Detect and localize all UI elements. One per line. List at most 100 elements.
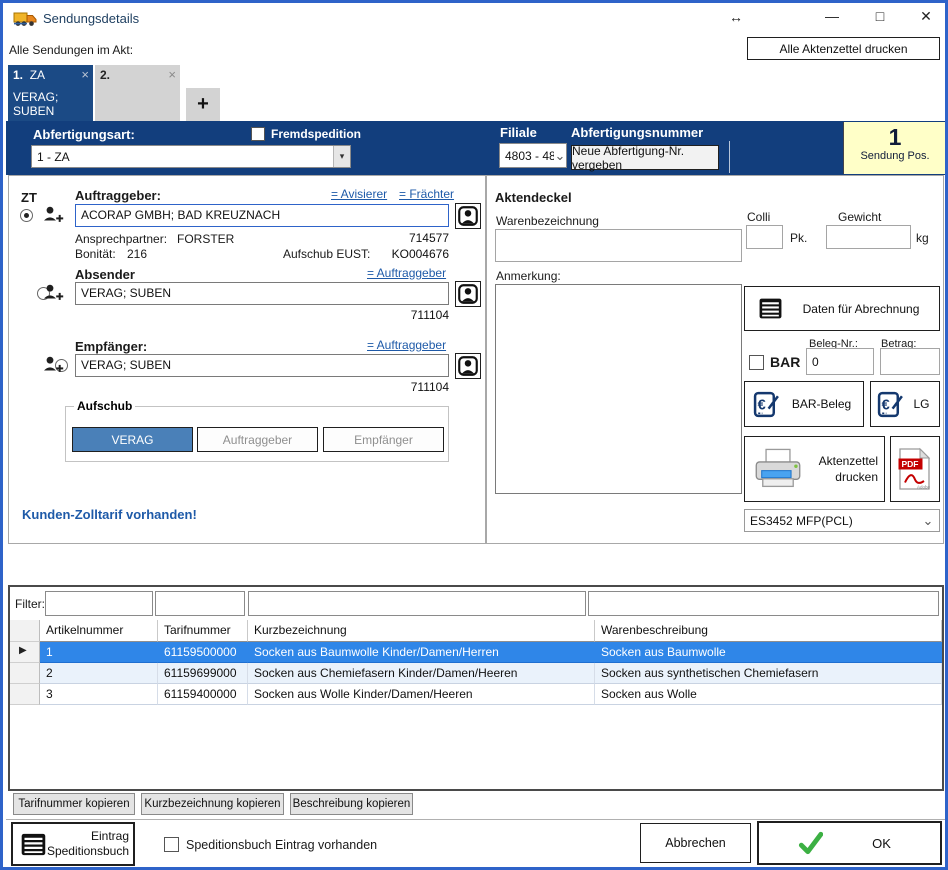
eintrag-speditionsbuch-button[interactable]: Eintrag Speditionsbuch [11, 822, 135, 866]
cell-artikelnummer[interactable]: 1 [40, 642, 158, 663]
fremdspedition-checkbox[interactable] [251, 127, 265, 141]
fremdspedition-label: Fremdspedition [271, 127, 361, 141]
auftraggeber-input[interactable]: ACORAP GMBH; BAD KREUZNACH [75, 204, 449, 227]
ok-button[interactable]: OK [757, 821, 942, 865]
filiale-select[interactable]: 4803 - 480 ⌄ [499, 143, 567, 168]
avisierer-link[interactable]: = Avisierer [331, 187, 387, 201]
bar-beleg-label: BAR-Beleg [780, 397, 863, 411]
printer-chevron-down-icon[interactable]: ⌄ [917, 510, 939, 531]
cell-tarifnummer[interactable]: 61159500000 [158, 642, 248, 663]
sendung-position-badge: 1 Sendung Pos. [843, 122, 946, 174]
column-header-kurzbezeichnung[interactable]: Kurzbezeichnung [248, 620, 595, 642]
empfaenger-auftraggeber-link[interactable]: = Auftraggeber [367, 338, 446, 352]
filter-input-tarifnummer[interactable] [155, 591, 245, 616]
cell-tarifnummer[interactable]: 61159400000 [158, 684, 248, 705]
abfertigungsart-chevron-down-icon[interactable]: ▾ [333, 146, 350, 167]
copy-kurzbezeichnung-button[interactable]: Kurzbezeichnung kopieren [141, 793, 284, 815]
sendung-position-count: 1 [844, 124, 946, 150]
absender-contact-button[interactable] [455, 281, 481, 307]
app-truck-icon [13, 10, 37, 27]
auftraggeber-contact-button[interactable] [455, 203, 481, 229]
cell-tarifnummer[interactable]: 61159699000 [158, 663, 248, 684]
filter-input-warenbeschreibung[interactable] [588, 591, 939, 616]
warenbezeichnung-input[interactable] [495, 229, 742, 262]
abfertigungsart-select[interactable]: 1 - ZA ▾ [31, 145, 351, 168]
tab2-close-icon[interactable]: × [168, 67, 176, 82]
zt-radio-auftraggeber[interactable] [20, 209, 33, 222]
minimize-icon[interactable]: — [821, 8, 843, 24]
maximize-icon[interactable]: □ [869, 8, 891, 24]
lg-button[interactable]: LG [870, 381, 940, 427]
person-add-icon[interactable] [43, 206, 64, 222]
tab1-close-icon[interactable]: × [81, 67, 89, 82]
euro-receipt-icon [753, 391, 780, 418]
selected-row-arrow-icon: ▶ [10, 642, 40, 663]
aktenzettel-drucken-button[interactable]: Aktenzettel drucken [744, 436, 885, 502]
beleg-nr-input[interactable]: 0 [806, 348, 874, 375]
aufschub-auftraggeber-button[interactable]: Auftraggeber [197, 427, 318, 452]
sendung-position-label: Sendung Pos. [844, 150, 946, 162]
list-icon [20, 831, 47, 858]
ansprechpartner-value: FORSTER [177, 232, 234, 246]
tab-shipment-2[interactable]: 2. × [95, 65, 180, 121]
pdf-export-button[interactable] [890, 436, 940, 502]
aufschub-empfaenger-button[interactable]: Empfänger [323, 427, 444, 452]
positions-panel: Filter: Artikelnummer Tarifnummer Kurzbe… [8, 585, 944, 791]
filter-input-kurzbezeichnung[interactable] [248, 591, 586, 616]
cell-warenbeschreibung[interactable]: Socken aus synthetischen Chemiefasern [595, 663, 942, 684]
empfaenger-contact-button[interactable] [455, 353, 481, 379]
lg-label: LG [904, 397, 939, 411]
bar-checkbox[interactable] [749, 355, 764, 370]
speditionsbuch-vorhanden-label: Speditionsbuch Eintrag vorhanden [186, 838, 377, 852]
cell-warenbeschreibung[interactable]: Socken aus Wolle [595, 684, 942, 705]
abfertigungsnummer-label: Abfertigungsnummer [571, 125, 703, 140]
speditionsbuch-label-line1: Eintrag [91, 829, 129, 843]
empfaenger-input[interactable]: VERAG; SUBEN [75, 354, 449, 377]
filiale-chevron-down-icon[interactable]: ⌄ [554, 144, 566, 167]
colli-input[interactable] [746, 225, 783, 249]
daten-fuer-abrechnung-label: Daten für Abrechnung [783, 302, 939, 316]
cell-kurzbezeichnung[interactable]: Socken aus Wolle Kinder/Damen/Heeren [248, 684, 595, 705]
close-icon[interactable]: ✕ [915, 8, 937, 25]
bar-label: BAR [770, 354, 800, 370]
band-divider [729, 141, 730, 173]
betrag-input[interactable] [880, 348, 940, 375]
neue-abfertigungsnummer-button[interactable]: Neue Abfertigung-Nr. vergeben [571, 145, 719, 170]
add-shipment-tab-button[interactable]: + [186, 88, 220, 121]
cell-artikelnummer[interactable]: 2 [40, 663, 158, 684]
aufschub-verag-button[interactable]: VERAG [72, 427, 193, 452]
tab-shipment-1[interactable]: 1. ZA × VERAG; SUBEN [8, 65, 93, 121]
print-all-aktenzettel-button[interactable]: Alle Aktenzettel drucken [747, 37, 940, 60]
fraechter-link[interactable]: = Frächter [399, 187, 454, 201]
printer-select[interactable]: ES3452 MFP(PCL) ⌄ [744, 509, 940, 532]
copy-beschreibung-button[interactable]: Beschreibung kopieren [290, 793, 413, 815]
anmerkung-label: Anmerkung: [496, 269, 561, 283]
cell-artikelnummer[interactable]: 3 [40, 684, 158, 705]
daten-fuer-abrechnung-button[interactable]: Daten für Abrechnung [744, 286, 940, 331]
cell-warenbeschreibung[interactable]: Socken aus Baumwolle [595, 642, 942, 663]
tab1-code: ZA [30, 68, 45, 82]
person-add-icon[interactable] [43, 356, 64, 372]
sendungsdetails-window: Sendungsdetails ↔ — □ ✕ Alle Sendungen i… [0, 0, 948, 870]
copy-tarifnummer-button[interactable]: Tarifnummer kopieren [13, 793, 135, 815]
resize-icon[interactable]: ↔ [725, 9, 747, 25]
person-add-icon[interactable] [43, 284, 64, 300]
abfertigungsart-label: Abfertigungsart: [33, 127, 135, 142]
person-card-icon [458, 356, 478, 376]
cell-kurzbezeichnung[interactable]: Socken aus Chemiefasern Kinder/Damen/Hee… [248, 663, 595, 684]
absender-auftraggeber-link[interactable]: = Auftraggeber [367, 266, 446, 280]
column-header-artikelnummer[interactable]: Artikelnummer [40, 620, 158, 642]
gewicht-input[interactable] [826, 225, 911, 249]
anmerkung-textarea[interactable] [495, 284, 742, 494]
gewicht-label: Gewicht [838, 210, 881, 224]
absender-input[interactable]: VERAG; SUBEN [75, 282, 449, 305]
column-header-tarifnummer[interactable]: Tarifnummer [158, 620, 248, 642]
column-header-warenbeschreibung[interactable]: Warenbeschreibung [595, 620, 942, 642]
cell-kurzbezeichnung[interactable]: Socken aus Baumwolle Kinder/Damen/Herren [248, 642, 595, 663]
bar-beleg-button[interactable]: BAR-Beleg [744, 381, 864, 427]
filiale-label: Filiale [500, 125, 537, 140]
zt-column-label: ZT [21, 190, 37, 205]
abbrechen-button[interactable]: Abbrechen [640, 823, 751, 863]
filter-input-artikelnummer[interactable] [45, 591, 153, 616]
speditionsbuch-vorhanden-checkbox[interactable] [164, 837, 179, 852]
